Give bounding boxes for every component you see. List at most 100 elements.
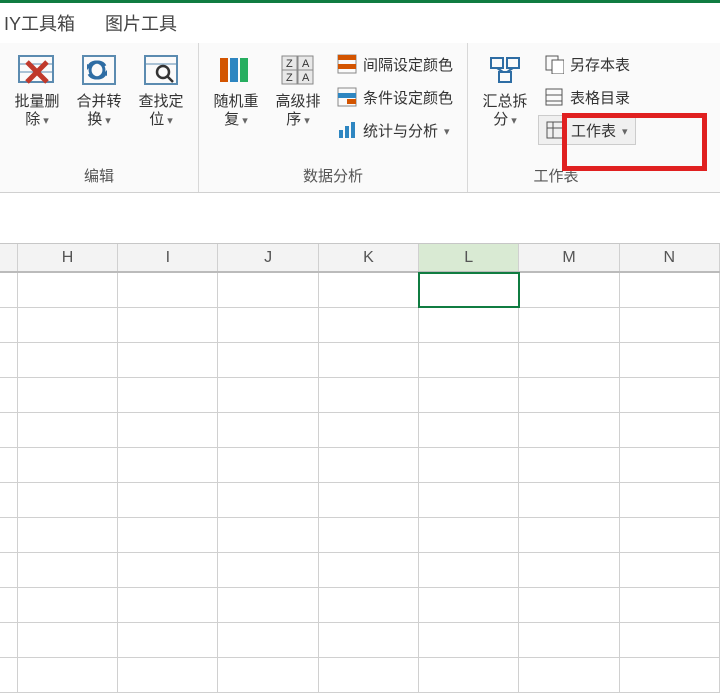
- tab-diy-tools[interactable]: IY工具箱: [4, 10, 75, 36]
- cell[interactable]: [319, 658, 419, 692]
- cell[interactable]: [319, 378, 419, 412]
- cell[interactable]: [319, 483, 419, 517]
- cell[interactable]: [620, 623, 720, 657]
- cell[interactable]: [0, 553, 18, 587]
- summary-split-button[interactable]: 汇总拆 分: [476, 47, 534, 129]
- cell[interactable]: [519, 413, 619, 447]
- cell[interactable]: [218, 308, 318, 342]
- cell[interactable]: [319, 273, 419, 307]
- cell[interactable]: [218, 623, 318, 657]
- cell[interactable]: [620, 448, 720, 482]
- cell[interactable]: [18, 308, 118, 342]
- tab-image-tools[interactable]: 图片工具: [105, 10, 177, 36]
- cell[interactable]: [419, 273, 519, 307]
- cell[interactable]: [419, 518, 519, 552]
- find-locate-button[interactable]: 查找定 位: [132, 47, 190, 129]
- cell[interactable]: [620, 518, 720, 552]
- cell[interactable]: [218, 413, 318, 447]
- cell[interactable]: [519, 308, 619, 342]
- condition-color-button[interactable]: 条件设定颜色: [331, 82, 459, 112]
- column-header[interactable]: L: [419, 244, 519, 271]
- cell[interactable]: [519, 658, 619, 692]
- cell[interactable]: [0, 658, 18, 692]
- cell[interactable]: [18, 553, 118, 587]
- column-header[interactable]: [0, 244, 18, 271]
- cell[interactable]: [218, 448, 318, 482]
- cell[interactable]: [620, 658, 720, 692]
- cell[interactable]: [118, 378, 218, 412]
- cell[interactable]: [18, 343, 118, 377]
- cell[interactable]: [519, 378, 619, 412]
- merge-convert-button[interactable]: 合并转 换: [70, 47, 128, 129]
- cell[interactable]: [519, 343, 619, 377]
- cell[interactable]: [620, 308, 720, 342]
- cell[interactable]: [0, 518, 18, 552]
- column-header[interactable]: N: [620, 244, 720, 271]
- cell[interactable]: [18, 378, 118, 412]
- cell[interactable]: [319, 343, 419, 377]
- cell[interactable]: [419, 308, 519, 342]
- column-header[interactable]: H: [18, 244, 118, 271]
- random-repeat-button[interactable]: 随机重 复: [207, 47, 265, 129]
- cell[interactable]: [118, 448, 218, 482]
- cell[interactable]: [18, 658, 118, 692]
- cell[interactable]: [319, 413, 419, 447]
- cell[interactable]: [218, 553, 318, 587]
- cell[interactable]: [519, 623, 619, 657]
- save-sheet-button[interactable]: 另存本表: [538, 49, 636, 79]
- cell[interactable]: [419, 553, 519, 587]
- cell[interactable]: [0, 413, 18, 447]
- batch-delete-button[interactable]: 批量删 除: [8, 47, 66, 129]
- cell[interactable]: [218, 658, 318, 692]
- toc-button[interactable]: 表格目录: [538, 82, 636, 112]
- cell[interactable]: [620, 378, 720, 412]
- cell[interactable]: [319, 553, 419, 587]
- cell[interactable]: [118, 413, 218, 447]
- cell[interactable]: [519, 518, 619, 552]
- cell[interactable]: [319, 448, 419, 482]
- cell[interactable]: [18, 413, 118, 447]
- cell[interactable]: [18, 623, 118, 657]
- cell[interactable]: [0, 448, 18, 482]
- cell[interactable]: [419, 658, 519, 692]
- cell[interactable]: [519, 448, 619, 482]
- cell[interactable]: [419, 378, 519, 412]
- cell[interactable]: [218, 273, 318, 307]
- cell[interactable]: [0, 623, 18, 657]
- cell[interactable]: [419, 483, 519, 517]
- cell[interactable]: [118, 658, 218, 692]
- cell[interactable]: [218, 588, 318, 622]
- cell[interactable]: [0, 273, 18, 307]
- cell[interactable]: [0, 378, 18, 412]
- cell[interactable]: [18, 273, 118, 307]
- cell[interactable]: [620, 588, 720, 622]
- cell[interactable]: [519, 273, 619, 307]
- cell[interactable]: [118, 308, 218, 342]
- cell[interactable]: [319, 308, 419, 342]
- cell[interactable]: [419, 623, 519, 657]
- column-header[interactable]: J: [218, 244, 318, 271]
- cell[interactable]: [319, 518, 419, 552]
- cell[interactable]: [18, 518, 118, 552]
- cell[interactable]: [118, 553, 218, 587]
- cell[interactable]: [519, 553, 619, 587]
- interval-color-button[interactable]: 间隔设定颜色: [331, 49, 459, 79]
- cell[interactable]: [319, 588, 419, 622]
- advanced-sort-button[interactable]: ZAAZ 高级排 序: [269, 47, 327, 129]
- cell[interactable]: [118, 518, 218, 552]
- cell[interactable]: [620, 413, 720, 447]
- cell[interactable]: [0, 308, 18, 342]
- cell[interactable]: [419, 588, 519, 622]
- cell[interactable]: [118, 588, 218, 622]
- cell[interactable]: [118, 343, 218, 377]
- cell[interactable]: [18, 483, 118, 517]
- column-header[interactable]: M: [519, 244, 619, 271]
- column-header[interactable]: K: [319, 244, 419, 271]
- cell[interactable]: [218, 378, 318, 412]
- cell[interactable]: [519, 483, 619, 517]
- cell[interactable]: [118, 623, 218, 657]
- cell[interactable]: [18, 448, 118, 482]
- stats-analysis-button[interactable]: 统计与分析: [331, 115, 459, 145]
- cell[interactable]: [218, 343, 318, 377]
- cell[interactable]: [218, 483, 318, 517]
